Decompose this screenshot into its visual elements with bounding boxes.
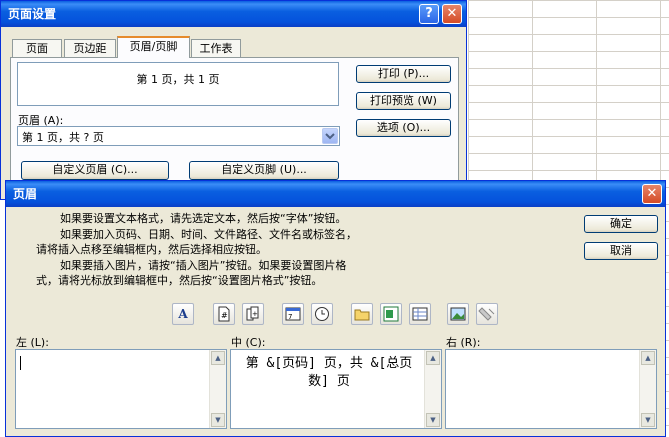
- preview-text: 第 1 页，共 1 页: [136, 73, 220, 86]
- right-section-textarea[interactable]: ▲ ▼: [445, 349, 657, 429]
- scroll-down-icon[interactable]: ▼: [641, 413, 655, 427]
- page-setup-titlebar: 页面设置 ? ✕: [1, 1, 466, 27]
- total-pages-icon: +: [246, 306, 259, 321]
- center-section-textarea[interactable]: 第 &[页码] 页，共 &[总页数] 页 ▲ ▼: [230, 349, 442, 429]
- custom-footer-label: 自定义页脚 (U)...: [221, 163, 307, 176]
- scroll-down-icon[interactable]: ▼: [211, 413, 225, 427]
- file-path-icon: [354, 309, 370, 321]
- print-label: 打印 (P)...: [377, 67, 430, 80]
- svg-text:+: +: [252, 310, 258, 318]
- instruction-line-1: 如果要设置文本格式，请先选定文本，然后按“字体”按钮。: [60, 212, 347, 225]
- format-picture-icon: [478, 307, 495, 321]
- tab-header-footer[interactable]: 页眉/页脚: [117, 36, 190, 58]
- scroll-up-icon[interactable]: ▲: [641, 351, 655, 365]
- font-icon: A: [178, 307, 188, 321]
- tab-label: 页眉/页脚: [129, 40, 178, 53]
- font-button[interactable]: A: [172, 303, 194, 325]
- tab-label: 页面: [26, 42, 48, 55]
- left-section-label: 左 (L):: [16, 336, 49, 349]
- tab-page[interactable]: 页面: [12, 39, 62, 57]
- header-select[interactable]: 第 1 页，共 ? 页: [17, 126, 340, 146]
- instruction-line-5: 式，请将光标放到编辑框中，然后按“设置图片格式”按钮。: [36, 274, 323, 287]
- help-button[interactable]: ?: [419, 4, 439, 24]
- time-button[interactable]: [311, 303, 333, 325]
- svg-text:#: #: [221, 311, 228, 320]
- page-number-button[interactable]: #: [213, 303, 235, 325]
- center-section-text: 第 &[页码] 页，共 &[总页数] 页: [245, 356, 413, 389]
- close-icon: ✕: [646, 186, 658, 201]
- cancel-label: 取消: [610, 244, 632, 257]
- tab-sheet[interactable]: 工作表: [191, 39, 241, 57]
- center-scrollbar[interactable]: ▲ ▼: [424, 350, 441, 428]
- tab-margins[interactable]: 页边距: [64, 39, 116, 57]
- sheet-name-icon: [412, 307, 428, 321]
- ok-button[interactable]: 确定: [584, 215, 658, 233]
- page-setup-close-button[interactable]: ✕: [442, 4, 462, 24]
- date-icon: 7: [285, 307, 301, 321]
- cancel-button[interactable]: 取消: [584, 242, 658, 260]
- close-icon: ✕: [446, 6, 458, 21]
- page-setup-dialog: 页面设置 ? ✕ 页面 页边距 页眉/页脚 工作表 第 1 页，共 1 页 页眉…: [0, 0, 467, 200]
- custom-footer-button[interactable]: 自定义页脚 (U)...: [189, 161, 339, 180]
- help-icon: ?: [425, 6, 433, 21]
- scroll-down-icon[interactable]: ▼: [426, 413, 440, 427]
- print-button[interactable]: 打印 (P)...: [356, 65, 451, 83]
- header-dialog-title: 页眉: [13, 187, 38, 201]
- center-section-label: 中 (C):: [231, 336, 266, 349]
- header-select-value: 第 1 页，共 ? 页: [22, 131, 104, 144]
- options-label: 选项 (O)...: [376, 121, 431, 134]
- left-scrollbar[interactable]: ▲ ▼: [209, 350, 226, 428]
- format-picture-button[interactable]: [476, 303, 498, 325]
- time-icon: [315, 307, 329, 321]
- header-dialog-titlebar: 页眉 ✕: [6, 181, 665, 207]
- header-preview: 第 1 页，共 1 页: [17, 62, 339, 106]
- insert-picture-button[interactable]: [447, 303, 469, 325]
- instruction-line-4: 如果要插入图片，请按“插入图片”按钮。如果要设置图片格: [60, 259, 347, 272]
- instruction-line-2: 如果要加入页码、日期、时间、文件路径、文件名或标签名，: [60, 228, 357, 241]
- instruction-line-3: 请将插入点移至编辑框内，然后选择相应按钮。: [36, 243, 267, 256]
- left-section-textarea[interactable]: ▲ ▼: [15, 349, 227, 429]
- file-name-button[interactable]: [380, 303, 402, 325]
- file-name-icon: [383, 306, 399, 322]
- svg-text:7: 7: [288, 313, 292, 321]
- scroll-up-icon[interactable]: ▲: [426, 351, 440, 365]
- text-cursor: [20, 356, 21, 370]
- insert-picture-icon: [450, 307, 466, 321]
- right-section-label: 右 (R):: [446, 336, 481, 349]
- total-pages-button[interactable]: +: [242, 303, 264, 325]
- scroll-up-icon[interactable]: ▲: [211, 351, 225, 365]
- custom-header-label: 自定义页眉 (C)...: [52, 163, 138, 176]
- tab-label: 工作表: [199, 42, 233, 55]
- custom-header-button[interactable]: 自定义页眉 (C)...: [21, 161, 169, 180]
- tab-label: 页边距: [73, 42, 107, 55]
- page-number-icon: #: [218, 306, 230, 322]
- options-button[interactable]: 选项 (O)...: [356, 119, 451, 137]
- header-dialog-close-button[interactable]: ✕: [642, 184, 662, 204]
- page-setup-title: 页面设置: [8, 7, 57, 21]
- file-path-button[interactable]: [351, 303, 373, 325]
- ok-label: 确定: [610, 217, 632, 230]
- print-preview-button[interactable]: 打印预览 (W): [356, 92, 451, 110]
- print-preview-label: 打印预览 (W): [370, 94, 437, 107]
- sheet-name-button[interactable]: [409, 303, 431, 325]
- date-button[interactable]: 7: [282, 303, 304, 325]
- chevron-down-icon[interactable]: [322, 128, 338, 144]
- right-scrollbar[interactable]: ▲ ▼: [639, 350, 656, 428]
